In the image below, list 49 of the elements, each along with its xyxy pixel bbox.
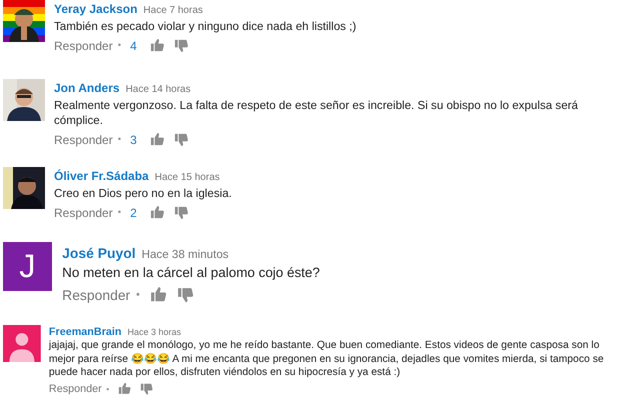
- separator-dot: •: [118, 207, 122, 218]
- comment-text: Realmente vergonzoso. La falta de respeto de este señor es increible. Si su obispo no lo expulsa será cómplice.: [54, 98, 579, 128]
- thumbs-down-icon: [174, 132, 189, 148]
- thumbs-up-icon: [150, 286, 168, 304]
- thumbs-down-icon: [140, 382, 154, 396]
- thumbs-down-icon: [174, 205, 189, 220]
- dislike-button[interactable]: [174, 205, 189, 220]
- avatar: J: [3, 242, 52, 291]
- reply-link[interactable]: Responder: [54, 132, 113, 147]
- thumbs-up-icon: [150, 205, 165, 220]
- author-name[interactable]: Jon Anders: [54, 81, 120, 96]
- reply-link[interactable]: Responder: [54, 206, 113, 220]
- dislike-button[interactable]: [174, 38, 189, 54]
- comment-text: Creo en Dios pero no en la iglesia.: [54, 186, 233, 202]
- like-count: 4: [130, 38, 137, 53]
- comment-text: También es pecado violar y ninguno dice nada eh listillos ;): [54, 19, 358, 34]
- comment-text: jajajaj, que grande el monólogo, yo me he reído bastante. Que buen comediante. Estos videos de gente casposa son lo mejor para reírse 😂😂😂 A mi me encanta que pregonen en su ignorancia, dejadles que vomites mierda, si tampoco se puede hacer nada por ellos, disfruten viéndolos en su hipocresía y ya está :): [48, 339, 605, 380]
- thumbs-up-icon: [118, 382, 132, 396]
- dislike-button[interactable]: [176, 286, 194, 304]
- comment-time: Hace 3 horas: [128, 327, 182, 338]
- comment-text: No meten en la cárcel al palomo cojo éste?: [62, 264, 321, 282]
- thumbs-up-icon: [150, 132, 165, 148]
- reply-link[interactable]: Responder: [48, 382, 102, 395]
- author-name[interactable]: FreemanBrain: [48, 326, 122, 338]
- like-button[interactable]: [150, 132, 165, 148]
- reply-link[interactable]: Responder: [54, 38, 113, 53]
- comment-time: Hace 38 minutos: [142, 248, 229, 261]
- dislike-button[interactable]: [174, 132, 189, 148]
- like-button[interactable]: [150, 286, 168, 304]
- separator-dot: •: [106, 384, 110, 394]
- dislike-button[interactable]: [140, 382, 154, 396]
- author-name[interactable]: Óliver Fr.Sádaba: [54, 169, 149, 184]
- thumbs-up-icon: [150, 38, 165, 54]
- thumbs-down-icon: [174, 38, 189, 54]
- like-count: 3: [130, 132, 137, 147]
- comment-time: Hace 7 horas: [143, 5, 203, 16]
- like-button[interactable]: [118, 382, 132, 396]
- separator-dot: •: [118, 134, 122, 146]
- thumbs-down-icon: [176, 286, 194, 304]
- separator-dot: •: [136, 288, 140, 301]
- author-name[interactable]: José Puyol: [62, 244, 136, 261]
- comment-time: Hace 15 horas: [154, 172, 220, 184]
- reply-link[interactable]: Responder: [62, 286, 130, 303]
- like-button[interactable]: [150, 38, 165, 54]
- separator-dot: •: [118, 40, 122, 52]
- like-button[interactable]: [150, 205, 165, 220]
- comment-time: Hace 14 horas: [126, 84, 191, 96]
- like-count: 2: [130, 206, 137, 220]
- author-name[interactable]: Yeray Jackson: [54, 2, 138, 16]
